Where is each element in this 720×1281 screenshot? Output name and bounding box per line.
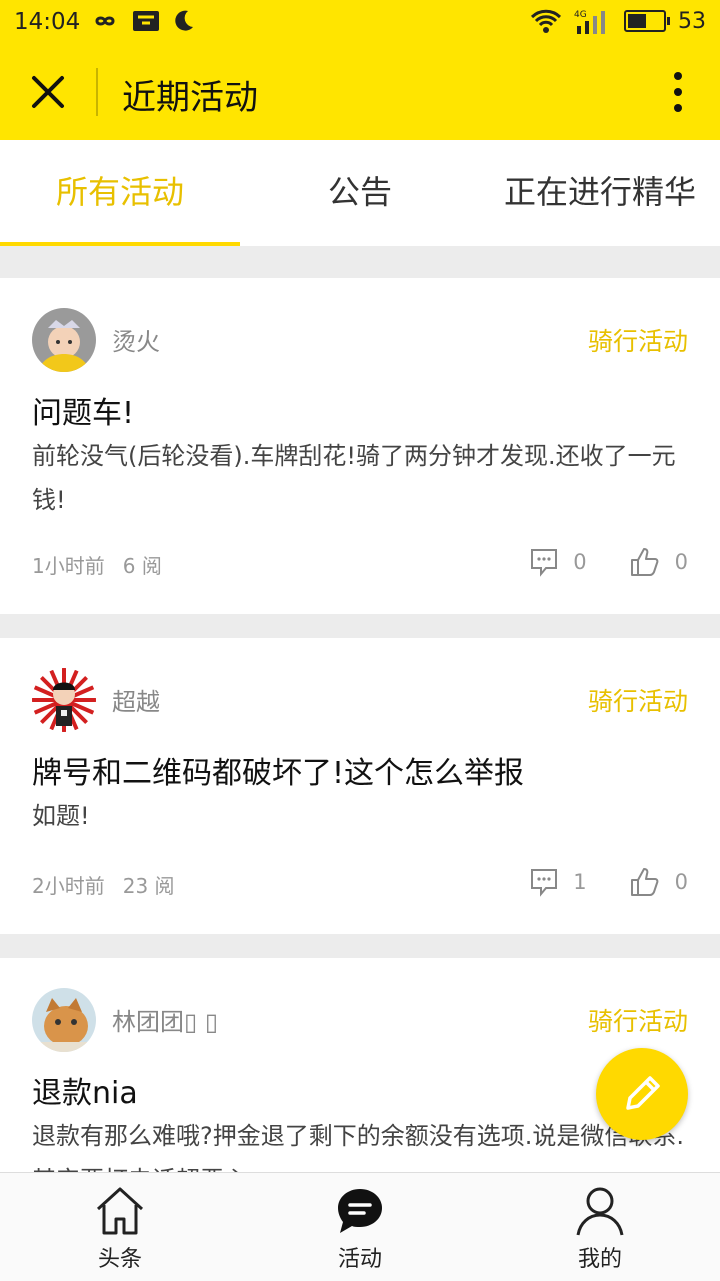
close-icon [32, 76, 64, 108]
avatar[interactable] [32, 668, 96, 732]
post-time: 1小时前 [32, 554, 105, 578]
category-tag[interactable]: 骑行活动 [588, 322, 688, 358]
post-time: 2小时前 [32, 874, 105, 898]
status-time: 14:04 [14, 9, 81, 35]
avatar[interactable] [32, 308, 96, 372]
read-count: 6 阅 [122, 554, 162, 578]
nav-activities[interactable]: 活动 [240, 1173, 480, 1281]
avatar[interactable] [32, 988, 96, 1052]
post-card[interactable]: 超越 骑行活动 牌号和二维码都破坏了!这个怎么举报 如题! 2小时前 23 阅 1… [0, 638, 720, 934]
more-button[interactable] [666, 70, 690, 114]
category-tag[interactable]: 骑行活动 [588, 1002, 688, 1038]
page-title: 近期活动 [122, 78, 258, 118]
signal-icon: 4G [574, 10, 605, 34]
post-title: 退款nia [32, 1076, 138, 1111]
post-excerpt: 退款有那么难哦?押金退了剩下的余额没有选项.说是微信联系.其实要打电话超恶心 [32, 1122, 684, 1172]
battery-percent: 53 [678, 8, 706, 34]
compose-button[interactable] [596, 1048, 688, 1140]
home-icon [96, 1187, 144, 1235]
post-stats: 1 0 [529, 866, 688, 898]
post-card[interactable]: 烫火 骑行活动 问题车! 前轮没气(后轮没看).车牌刮花!骑了两分钟才发现.还收… [0, 278, 720, 614]
chat-bubble-icon [338, 1189, 382, 1233]
post-title: 牌号和二维码都破坏了!这个怎么举报 [32, 756, 525, 791]
comment-count: 0 [573, 550, 587, 574]
like-count: 0 [674, 550, 688, 574]
tab-featured-ongoing[interactable]: 正在进行精华 [480, 140, 720, 246]
tab-bar: 所有活动 公告 正在进行精华 [0, 140, 720, 246]
comment-icon[interactable] [529, 547, 559, 577]
like-count: 0 [674, 870, 688, 894]
nav-headlines[interactable]: 头条 [0, 1173, 240, 1281]
pencil-icon [626, 1076, 660, 1110]
nav-label: 活动 [337, 1247, 382, 1272]
nav-label: 头条 [97, 1247, 142, 1272]
post-excerpt: 如题! [32, 802, 90, 830]
nav-profile[interactable]: 我的 [480, 1173, 720, 1281]
post-excerpt: 前轮没气(后轮没看).车牌刮花!骑了两分钟才发现.还收了一元钱! [32, 442, 676, 514]
infinity-icon [95, 16, 115, 26]
header-divider [96, 68, 98, 116]
battery-icon [624, 10, 670, 32]
wifi-icon [530, 9, 562, 33]
more-vert-icon [674, 72, 682, 112]
comment-count: 1 [573, 870, 587, 894]
nav-label: 我的 [577, 1247, 622, 1272]
app-bar: 近期活动 [0, 44, 720, 140]
notification-icon [133, 11, 159, 31]
author-name[interactable]: 烫火 [112, 322, 160, 357]
post-meta: 2小时前 23 阅 [32, 870, 193, 899]
status-bar: 14:04 4G 53 [0, 0, 720, 44]
tab-announcements[interactable]: 公告 [240, 140, 480, 246]
post-meta: 1小时前 6 阅 [32, 550, 180, 579]
thumbs-up-icon[interactable] [629, 866, 661, 898]
category-tag[interactable]: 骑行活动 [588, 682, 688, 718]
user-icon [576, 1187, 624, 1236]
post-title: 问题车! [32, 396, 135, 431]
author-name[interactable]: 林团团▯ ▯ [112, 1002, 218, 1037]
battery-level [628, 14, 647, 28]
thumbs-up-icon[interactable] [629, 546, 661, 578]
post-stats: 0 0 [529, 546, 688, 578]
bottom-nav: 头条 活动 我的 [0, 1172, 720, 1281]
svg-text:4G: 4G [574, 10, 587, 20]
read-count: 23 阅 [122, 874, 175, 898]
comment-icon[interactable] [529, 867, 559, 897]
author-name[interactable]: 超越 [112, 682, 160, 717]
moon-icon [175, 10, 193, 31]
close-button[interactable] [24, 68, 72, 116]
tab-all-activities[interactable]: 所有活动 [0, 140, 240, 246]
